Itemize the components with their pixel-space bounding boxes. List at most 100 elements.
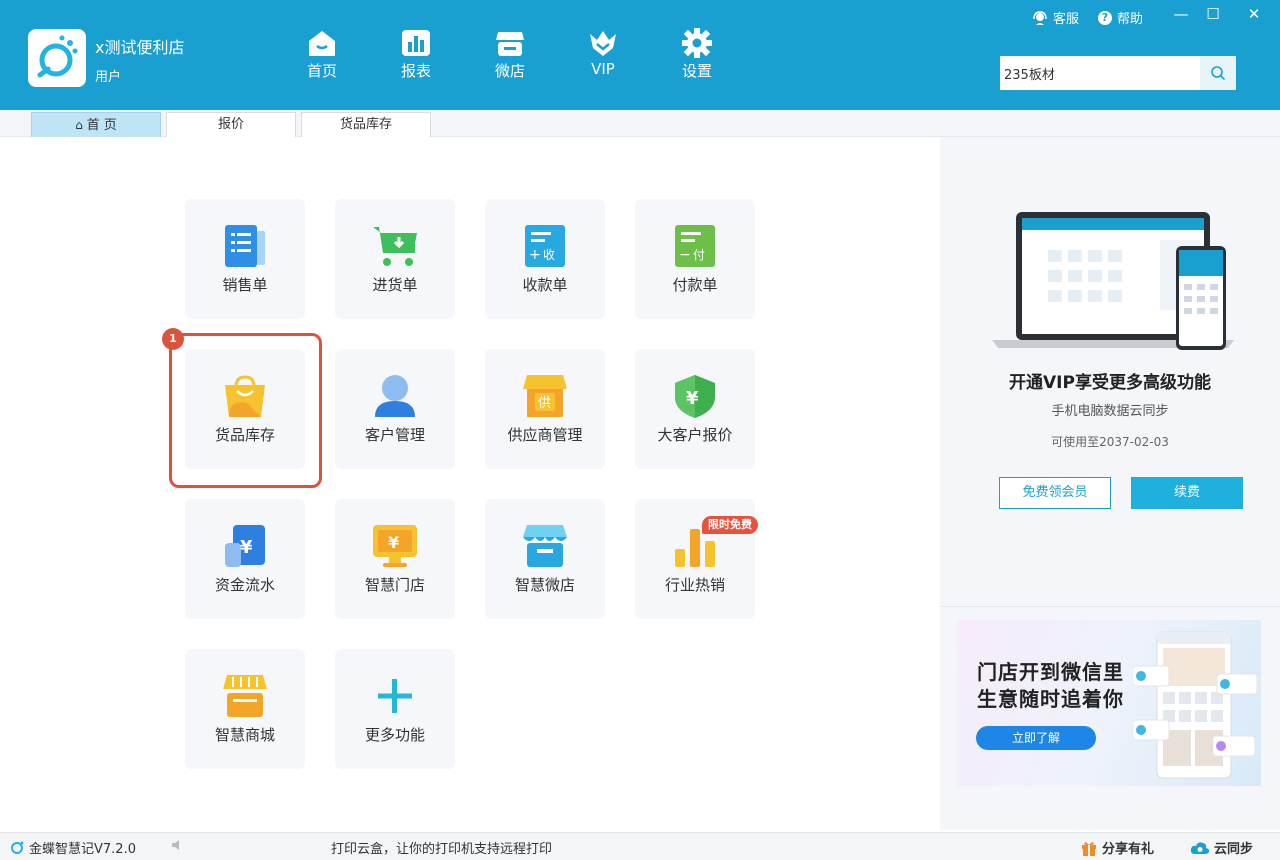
payment-icon: − 付 (675, 225, 715, 267)
search-icon (1211, 66, 1226, 81)
store-name: x测试便利店 (95, 38, 185, 57)
tab-inventory[interactable]: 货品库存 (301, 112, 431, 137)
customer-icon (375, 375, 415, 417)
app-header: x测试便利店 用户 首页 报表 微店 VIP 设置 客服 ? 帮助 — ☐ ✕ (0, 0, 1280, 110)
vip-promo-subtitle: 手机电脑数据云同步 (1051, 404, 1169, 419)
app-version: 金蝶智慧记V7.2.0 (10, 838, 136, 857)
phone-mockup-illustration (1133, 631, 1257, 779)
svg-text:−: − (679, 247, 691, 263)
highlight-number-badge: 1 (162, 328, 184, 350)
nav-home-label: 首页 (306, 62, 337, 80)
banner-headline-2: 生意随时追着你 (977, 687, 1124, 711)
close-button[interactable]: ✕ (1244, 4, 1264, 24)
nav-vip-button[interactable]: VIP (573, 28, 633, 84)
app-logo-icon (11, 841, 24, 854)
tile-smart-mall[interactable]: 智慧商城 (185, 649, 305, 769)
receipt-icon: + 收 (525, 225, 565, 267)
nav-settings-button[interactable]: 设置 (667, 28, 727, 84)
tab-bar: ⌂ 首 页 报价 货品库存 (0, 110, 1280, 137)
gift-icon (1082, 841, 1096, 856)
maximize-button[interactable]: ☐ (1203, 4, 1223, 24)
nav-vip-label: VIP (591, 60, 615, 78)
app-logo (28, 29, 86, 87)
share-gift-link[interactable]: 分享有礼 (1080, 838, 1154, 857)
cloud-sync-label: 云同步 (1214, 842, 1254, 857)
tile-purchase-order[interactable]: 进货单 (335, 199, 455, 319)
customer-service-link[interactable]: 客服 (1032, 8, 1079, 27)
banner-headline-1: 门店开到微信里 (977, 660, 1124, 684)
shop-icon (496, 32, 524, 56)
status-bar: 金蝶智慧记V7.2.0 打印云盒，让你的打印机支持远程打印 分享有礼 云同步 (0, 832, 1280, 860)
tile-sales-order[interactable]: 销售单 (185, 199, 305, 319)
cashflow-icon: ¥ (225, 525, 265, 567)
search-button[interactable] (1200, 56, 1236, 90)
share-gift-label: 分享有礼 (1102, 842, 1155, 857)
home-icon (309, 31, 335, 56)
nav-home-button[interactable]: 首页 (292, 28, 352, 84)
devices-illustration (992, 212, 1234, 350)
tile-supplier[interactable]: 供 供应商管理 (485, 349, 605, 469)
tile-label: 行业热销 (664, 576, 725, 594)
home-icon: ⌂ (75, 118, 87, 132)
cloud-sync-icon (1190, 841, 1210, 854)
nav-report-button[interactable]: 报表 (386, 28, 446, 84)
report-icon (402, 30, 430, 56)
plus-icon (378, 679, 412, 713)
svg-text:+: + (529, 247, 541, 263)
search-input[interactable] (1000, 56, 1200, 90)
nav-microshop-label: 微店 (494, 62, 525, 80)
tile-key-account-quote[interactable]: ¥ 大客户报价 (635, 349, 755, 469)
tile-payment[interactable]: − 付 付款单 (635, 199, 755, 319)
free-membership-button[interactable]: 免费领会员 (999, 477, 1111, 509)
tab-quote[interactable]: 报价 (166, 112, 296, 137)
tile-label: 收款单 (522, 276, 568, 294)
speaker-icon (170, 838, 184, 852)
minimize-button[interactable]: — (1171, 4, 1191, 24)
purchase-cart-icon (373, 227, 417, 266)
smart-microstore-icon (523, 525, 567, 567)
gear-icon (682, 28, 712, 58)
tile-label: 大客户报价 (657, 426, 733, 444)
tile-label: 进货单 (372, 276, 418, 294)
learn-more-button[interactable]: 立即了解 (976, 726, 1096, 750)
tile-label: 智慧门店 (364, 576, 425, 594)
tile-cashflow[interactable]: ¥ 资金流水 (185, 499, 305, 619)
tile-icon-text: 供 (538, 396, 551, 411)
tile-customer[interactable]: 客户管理 (335, 349, 455, 469)
tile-label: 智慧商城 (214, 726, 275, 744)
vip-expiry-date: 可使用至2037-02-03 (1051, 435, 1169, 449)
renew-button[interactable]: 续费 (1131, 477, 1243, 509)
limited-free-badge: 限时免费 (702, 516, 758, 534)
headset-icon (1033, 10, 1047, 25)
tile-smart-microstore[interactable]: 智慧微店 (485, 499, 605, 619)
tab-home-label: 首 页 (86, 118, 117, 133)
tile-icon-text: ¥ (686, 388, 699, 409)
tile-smart-store[interactable]: ¥ 智慧门店 (335, 499, 455, 619)
tile-icon-text: ¥ (388, 533, 399, 552)
tile-receipt[interactable]: + 收 收款单 (485, 199, 605, 319)
tile-label: 更多功能 (364, 726, 425, 744)
tile-icon-text: ¥ (240, 537, 253, 558)
app-version-label: 金蝶智慧记V7.2.0 (29, 842, 136, 857)
panel-divider (940, 606, 1280, 607)
wechat-store-banner[interactable]: 门店开到微信里 生意随时追着你 立即了解 (957, 620, 1261, 786)
tile-label: 付款单 (672, 276, 718, 294)
help-label: 帮助 (1117, 12, 1144, 27)
shield-yen-icon: ¥ (675, 375, 715, 418)
nav-microshop-button[interactable]: 微店 (480, 28, 540, 84)
help-link[interactable]: ? 帮助 (1098, 8, 1143, 27)
tile-label: 客户管理 (364, 426, 425, 444)
tile-label: 销售单 (222, 276, 268, 294)
nav-report-label: 报表 (400, 62, 431, 80)
status-message[interactable]: 打印云盒，让你的打印机支持远程打印 (331, 838, 552, 857)
tile-label: 供应商管理 (507, 426, 583, 444)
user-role: 用户 (95, 70, 122, 85)
help-icon: ? (1098, 10, 1112, 25)
tile-label: 资金流水 (214, 576, 275, 594)
vip-crown-icon (590, 31, 616, 56)
cloud-sync-link[interactable]: 云同步 (1190, 838, 1253, 857)
tile-label: 智慧微店 (514, 576, 575, 594)
tile-more-features[interactable]: 更多功能 (335, 649, 455, 769)
nav-settings-label: 设置 (681, 62, 712, 80)
tab-home[interactable]: ⌂ 首 页 (31, 112, 161, 137)
